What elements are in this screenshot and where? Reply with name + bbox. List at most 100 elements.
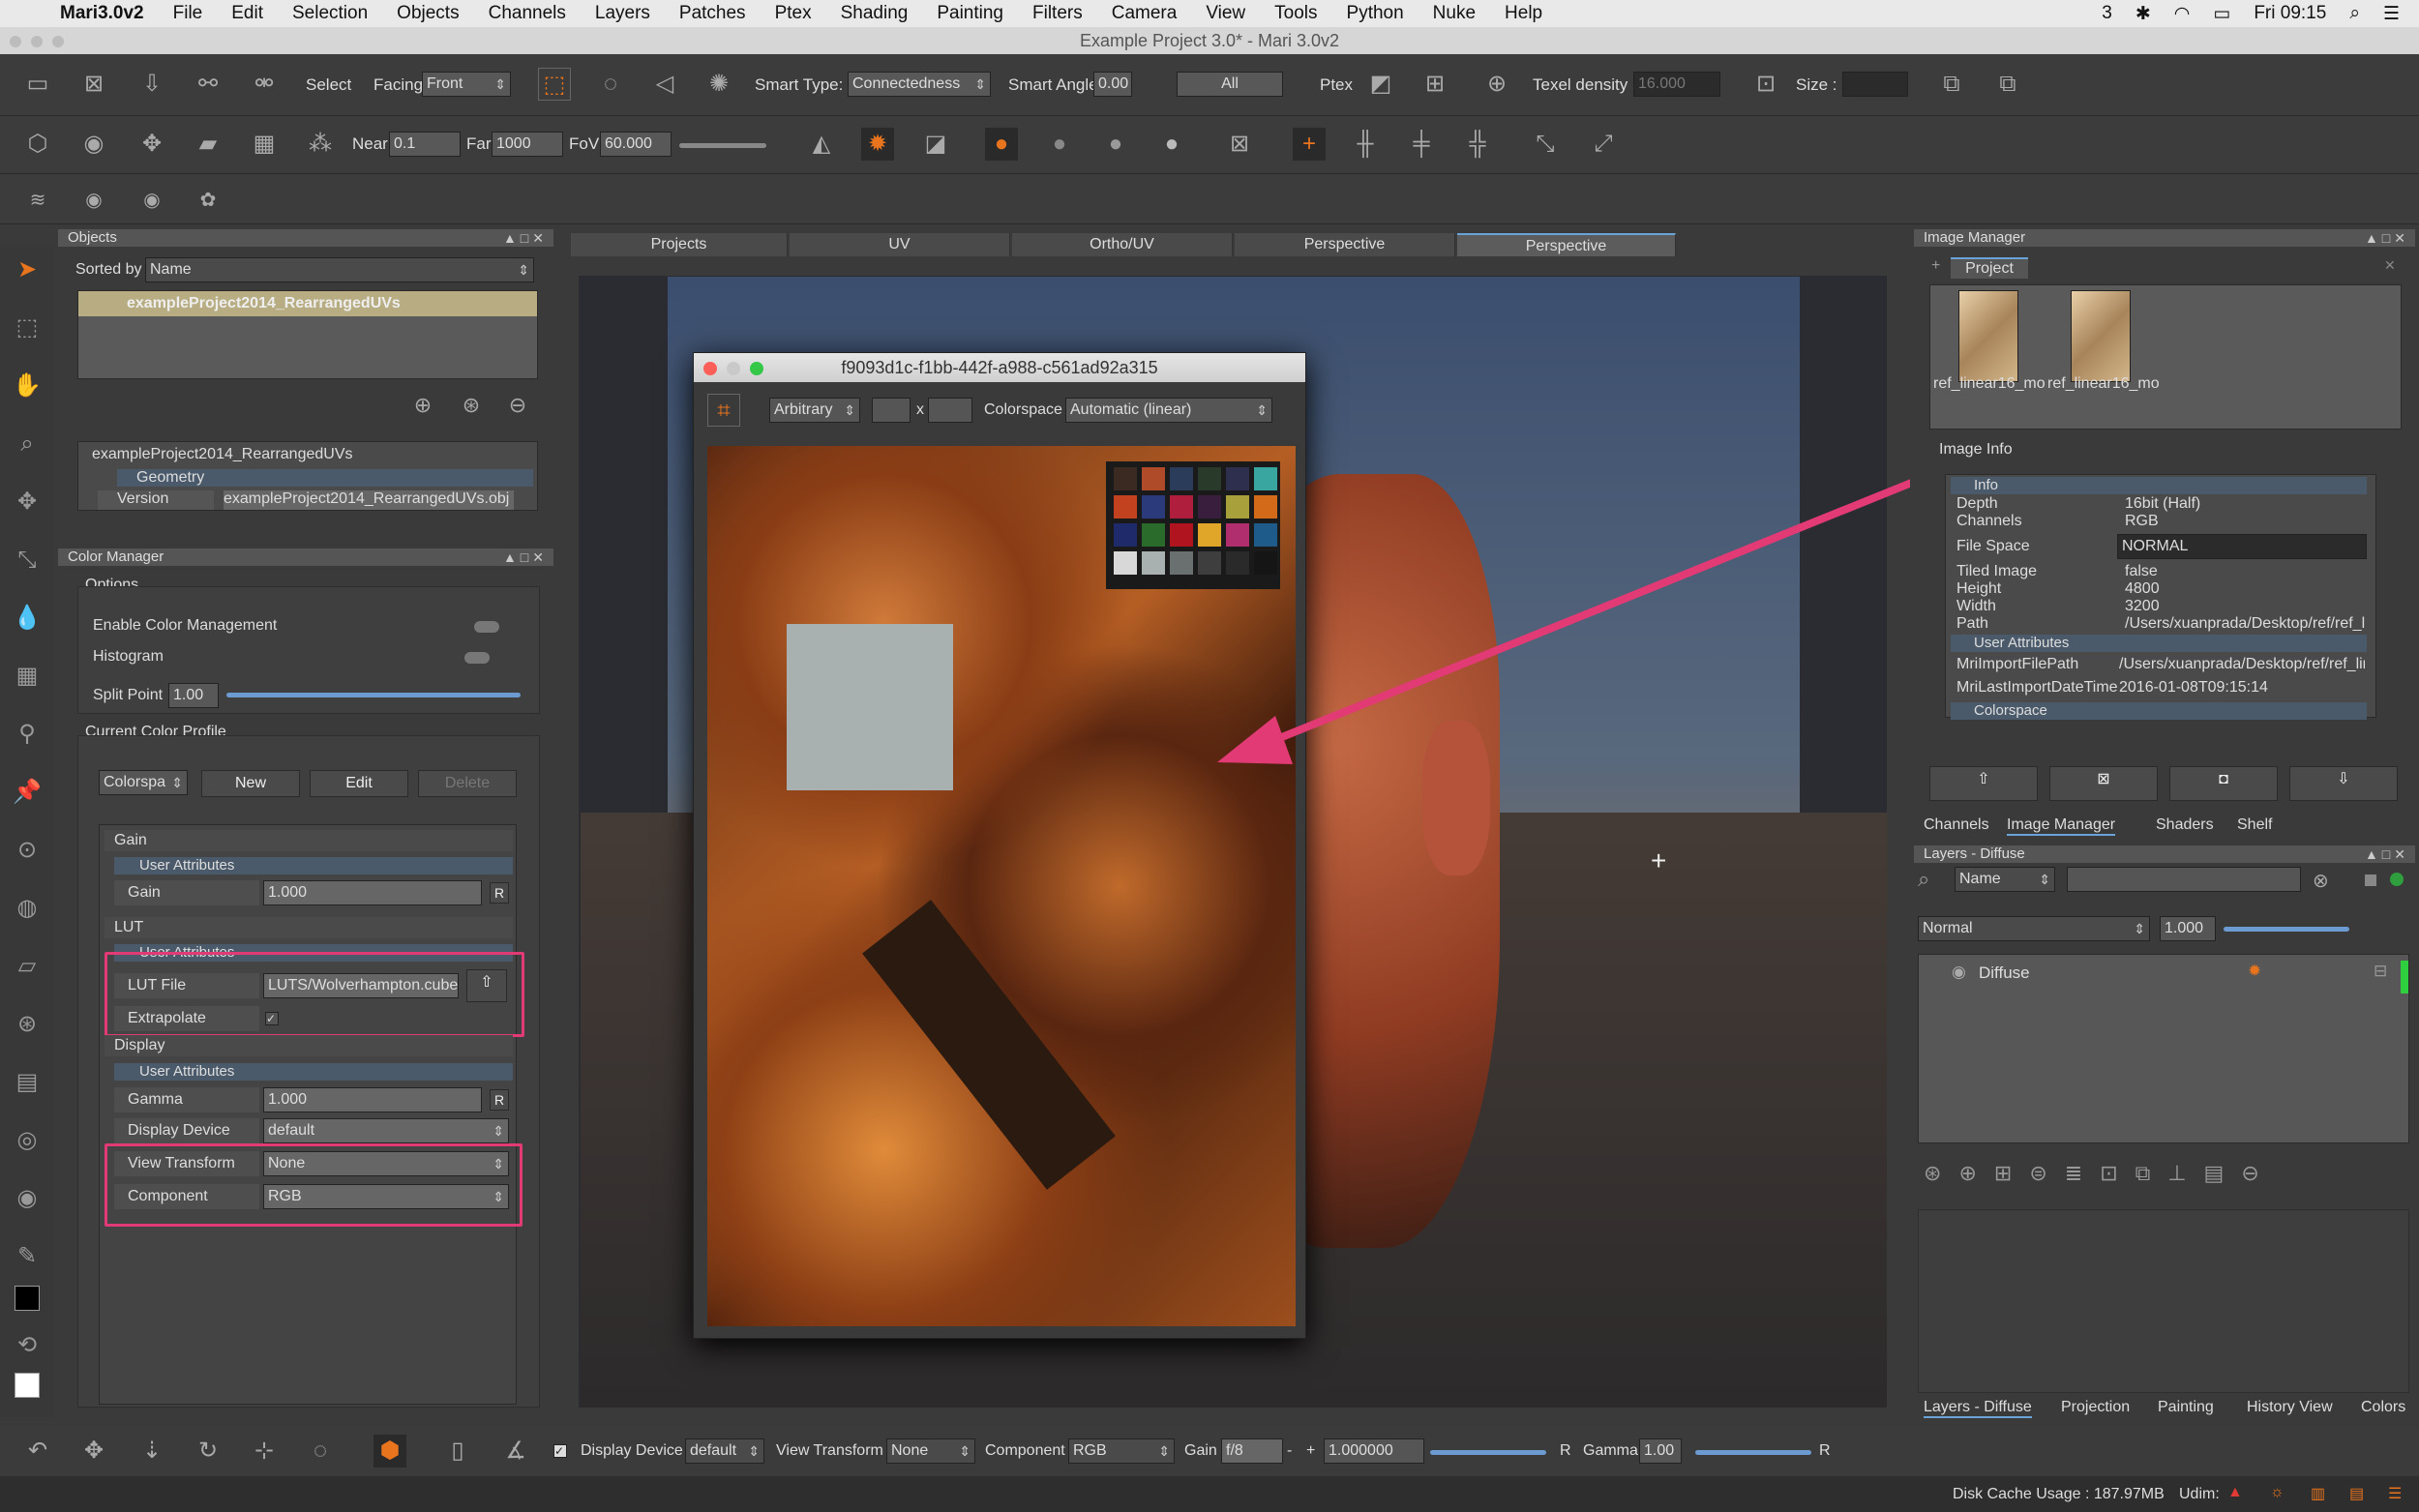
tab-painting[interactable]: Painting — [2158, 1399, 2214, 1416]
image-export-button[interactable]: ⇩ — [2289, 766, 2398, 801]
layers-stack2-icon[interactable]: ⧉ — [1991, 68, 2024, 101]
gain-reset-button[interactable]: R — [490, 882, 509, 904]
stamp-tool-icon[interactable]: ⚲ — [12, 719, 43, 750]
clone-tool-icon[interactable]: ⊛ — [12, 1009, 43, 1040]
clock[interactable]: Fri 09:15 — [2254, 3, 2326, 24]
version-value[interactable]: exampleProject2014_RearrangedUVs.obj — [224, 490, 514, 510]
gradient-tool-icon[interactable]: ▤ — [12, 1067, 43, 1098]
menu-layers[interactable]: Layers — [595, 3, 650, 24]
close-icon[interactable] — [10, 36, 21, 47]
blur-tool-icon[interactable]: ◍ — [12, 893, 43, 924]
new-profile-button[interactable]: New — [201, 770, 300, 797]
eraser-tool-icon[interactable]: ▱ — [12, 951, 43, 982]
layer-filter-select[interactable]: Name — [1955, 867, 2055, 892]
bottom-gamma-input[interactable]: 1.00 — [1639, 1438, 1682, 1464]
menu-nuke[interactable]: Nuke — [1433, 3, 1476, 24]
add-paint-layer-icon[interactable]: ⊛ — [1924, 1161, 1958, 1185]
scale-icon[interactable]: ⤢ — [1587, 128, 1620, 161]
smart-type-select[interactable]: Connectedness — [848, 72, 991, 97]
menu-patches[interactable]: Patches — [679, 3, 746, 24]
display-device-checkbox[interactable]: ✓ — [553, 1444, 567, 1458]
menu-filters[interactable]: Filters — [1032, 3, 1083, 24]
layers-stack-icon[interactable]: ⧉ — [1935, 68, 1968, 101]
hexagon-icon[interactable]: ⬢ — [373, 1435, 406, 1468]
menu-objects[interactable]: Objects — [397, 3, 459, 24]
bottom-gain-slider[interactable] — [1430, 1450, 1546, 1455]
menu-python[interactable]: Python — [1347, 3, 1404, 24]
close-tab-icon[interactable]: ✕ — [2384, 257, 2396, 274]
poly-lasso-icon[interactable]: ◁ — [648, 68, 681, 101]
histogram-toggle[interactable] — [464, 652, 490, 664]
move-tool-icon[interactable]: ✥ — [12, 487, 43, 518]
globe-icon[interactable]: ⊕ — [1480, 68, 1513, 101]
layer-status-icon[interactable] — [2390, 873, 2404, 886]
lasso-nav-icon[interactable]: ◌ — [304, 1435, 337, 1468]
move-icon[interactable]: ✥ — [77, 1435, 110, 1468]
orange-sphere-icon[interactable]: ● — [985, 128, 1018, 161]
split-v-icon[interactable]: ╪ — [1405, 128, 1438, 161]
lit-sphere-icon[interactable]: ● — [1155, 128, 1188, 161]
menu-selection[interactable]: Selection — [292, 3, 368, 24]
info-filespace-value[interactable]: NORMAL — [2117, 534, 2367, 559]
menu-ptex[interactable]: Ptex — [775, 3, 812, 24]
sorted-by-select[interactable]: Name — [145, 257, 534, 282]
warning-icon[interactable]: ▲ — [2227, 1484, 2243, 1501]
smart-select-icon[interactable]: ✺ — [702, 68, 735, 101]
add-mask-icon[interactable]: ⊜ — [2029, 1161, 2064, 1185]
menu-file[interactable]: File — [173, 3, 203, 24]
layer-opacity-input[interactable]: 1.000 — [2160, 916, 2216, 941]
add-procedural-layer-icon[interactable]: ⊕ — [1958, 1161, 1993, 1185]
link-icon[interactable]: ⚯ — [192, 68, 224, 101]
menu-tools[interactable]: Tools — [1274, 3, 1317, 24]
view-icon-3[interactable]: ◉ — [135, 184, 168, 217]
add-tab-icon[interactable]: + — [1931, 257, 1940, 275]
gain-input[interactable]: 1.000 — [263, 880, 482, 905]
panel-controls-icon[interactable]: ▲□✕ — [2365, 229, 2409, 247]
bluetooth-icon[interactable]: ✱ — [2135, 3, 2151, 25]
select-tool-icon[interactable]: ➤ — [12, 254, 43, 285]
frame-icon[interactable]: ⊠ — [1223, 128, 1256, 161]
tab-project[interactable]: Project — [1951, 257, 2028, 279]
bottom-gain-reset[interactable]: R — [1560, 1442, 1571, 1460]
panel-controls-icon[interactable]: ▲□✕ — [503, 548, 548, 566]
lasso-icon[interactable]: ◌ — [594, 68, 627, 101]
blend-mode-select[interactable]: Normal — [1918, 916, 2150, 941]
info-user-attributes[interactable]: User Attributes — [1951, 635, 2367, 652]
swap-colors-icon[interactable]: ⟲ — [12, 1330, 43, 1361]
drop-down-icon[interactable]: ⇣ — [135, 1435, 168, 1468]
cube-icon[interactable]: ⬡ — [21, 128, 54, 161]
circle-tool-icon[interactable]: ⊙ — [12, 835, 43, 866]
sun-icon[interactable]: ☼ — [2270, 1484, 2285, 1501]
size-input[interactable] — [1842, 72, 1908, 97]
search-icon[interactable]: ⌕ — [2349, 3, 2360, 24]
filter-toggle[interactable] — [2365, 875, 2376, 886]
add-object-icon[interactable]: ⊕ — [406, 389, 439, 422]
tree-geometry[interactable]: Geometry — [117, 469, 533, 487]
menu-edit[interactable]: Edit — [231, 3, 263, 24]
grey-sphere-icon[interactable]: ● — [1043, 128, 1076, 161]
plane-icon[interactable]: ▰ — [192, 128, 224, 161]
rotate-icon[interactable]: ↻ — [192, 1435, 224, 1468]
bottom-component-select[interactable]: RGB — [1068, 1438, 1175, 1464]
menu-painting[interactable]: Painting — [937, 3, 1003, 24]
bottom-gamma-reset[interactable]: R — [1819, 1442, 1831, 1460]
menu-help[interactable]: Help — [1505, 3, 1542, 24]
thumbnail-2[interactable] — [2071, 290, 2131, 382]
tree-root[interactable]: exampleProject2014_RearrangedUVs — [92, 446, 353, 463]
tab-image-manager[interactable]: Image Manager — [2007, 816, 2116, 836]
hand-tool-icon[interactable]: ✋ — [12, 371, 43, 401]
add-adjustment-layer-icon[interactable]: ⊞ — [1994, 1161, 2029, 1185]
grid-split-icon[interactable]: ╬ — [1461, 128, 1494, 161]
zoom-icon[interactable] — [52, 36, 64, 47]
near-input[interactable]: 0.1 — [389, 132, 461, 157]
tab-layers-diffuse[interactable]: Layers - Diffuse — [1924, 1399, 2032, 1418]
pin-tool-icon[interactable]: 📌 — [12, 777, 43, 808]
select-all-button[interactable]: All — [1177, 72, 1283, 97]
sparkle-icon[interactable]: ⁂ — [304, 128, 337, 161]
image-import-button[interactable]: ⇧ — [1929, 766, 2038, 801]
tab-colors[interactable]: Colors — [2361, 1399, 2405, 1416]
colorspace-profile-select[interactable]: Colorspa — [99, 770, 188, 795]
tab-channels[interactable]: Channels — [1924, 816, 1989, 834]
bottom-display-device-select[interactable]: default — [685, 1438, 764, 1464]
image-open-button[interactable]: ◘ — [2169, 766, 2278, 801]
